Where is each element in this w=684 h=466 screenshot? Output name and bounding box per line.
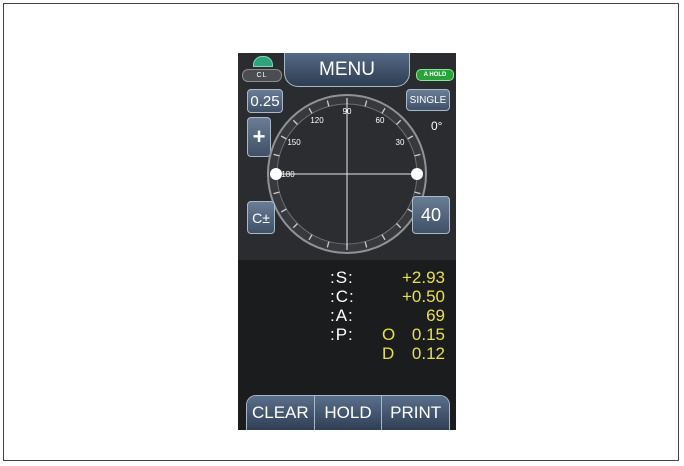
- tick-label-180: 180: [281, 170, 295, 179]
- hold-button[interactable]: HOLD: [314, 396, 383, 430]
- prism-o-value: 0.15: [411, 325, 445, 344]
- tick-label-150: 150: [287, 138, 301, 147]
- clear-button[interactable]: CLEAR: [247, 396, 315, 430]
- bottom-toolbar: CLEAR HOLD PRINT: [246, 395, 450, 430]
- cylinder-label: :C:: [330, 287, 355, 306]
- axis-label: :A:: [330, 306, 354, 325]
- prism-o-prefix: O: [382, 325, 396, 344]
- left-target-dot: [270, 168, 282, 180]
- cylinder-sign-button[interactable]: C±: [247, 201, 275, 234]
- tick-label-90: 90: [343, 107, 352, 116]
- tick-label-30: 30: [396, 138, 405, 147]
- axis-value: 69: [426, 306, 445, 325]
- prism-d-value: 0.12: [411, 344, 445, 363]
- tick-label-120: 120: [310, 116, 324, 125]
- tick-label-60: 60: [376, 116, 385, 125]
- prism-d-prefix: D: [382, 344, 395, 363]
- right-target-dot: [411, 168, 423, 180]
- print-button[interactable]: PRINT: [382, 396, 449, 430]
- sphere-label: :S:: [330, 268, 354, 287]
- sphere-value: +2.93: [401, 268, 445, 287]
- value-40-button[interactable]: 40: [412, 196, 450, 234]
- prism-label: :P:: [330, 325, 354, 344]
- cylinder-value: +0.50: [401, 287, 445, 306]
- lensmeter-screen: CL MENU A HOLD 0.25 SINGLE + 0° 90 60 30…: [238, 53, 456, 430]
